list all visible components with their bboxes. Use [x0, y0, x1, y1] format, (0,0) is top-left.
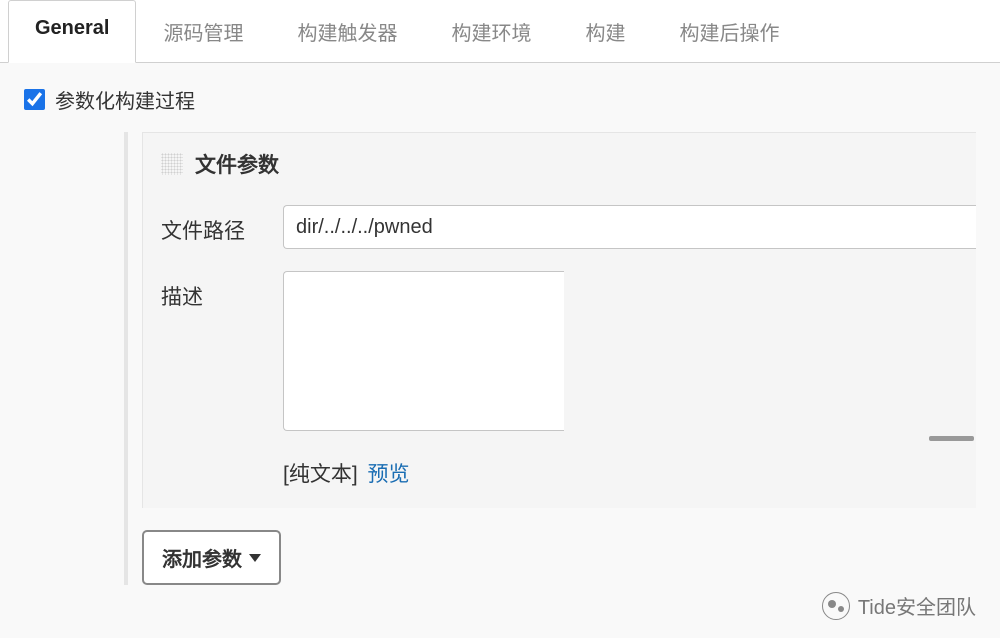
watermark: Tide安全团队: [822, 591, 976, 620]
tab-general[interactable]: General: [8, 0, 136, 63]
preview-link[interactable]: 预览: [368, 463, 410, 486]
param-container: 文件参数 文件路径 描述 [纯文本] 预览 添加参数: [124, 132, 976, 585]
description-row: 描述: [161, 271, 976, 436]
config-tabs: General 源码管理 构建触发器 构建环境 构建 构建后操作: [0, 0, 1000, 63]
file-path-row: 文件路径: [161, 205, 976, 249]
resize-handle-icon[interactable]: [929, 436, 974, 441]
param-header: 文件参数: [161, 149, 976, 179]
format-row: [纯文本] 预览: [283, 458, 976, 488]
description-textarea[interactable]: [283, 271, 564, 431]
file-path-input[interactable]: [283, 205, 976, 249]
wechat-icon: [822, 592, 850, 620]
add-param-button[interactable]: 添加参数: [142, 530, 281, 585]
tab-scm[interactable]: 源码管理: [136, 0, 270, 62]
drag-handle-icon[interactable]: [161, 153, 183, 175]
tab-build[interactable]: 构建: [558, 0, 652, 62]
content-area: 参数化构建过程 文件参数 文件路径 描述 [纯文本] 预览: [0, 63, 1000, 585]
file-path-label: 文件路径: [161, 205, 283, 245]
parameterized-build-label: 参数化构建过程: [55, 85, 195, 114]
watermark-text: Tide安全团队: [858, 591, 976, 620]
description-wrapper: [283, 271, 976, 436]
tab-postbuild[interactable]: 构建后操作: [652, 0, 806, 62]
parameterized-build-row: 参数化构建过程: [24, 85, 976, 114]
add-param-label: 添加参数: [162, 543, 242, 572]
file-param-box: 文件参数 文件路径 描述 [纯文本] 预览: [142, 132, 976, 508]
description-label: 描述: [161, 271, 283, 311]
parameterized-build-checkbox[interactable]: [24, 89, 45, 110]
plain-text-label: [纯文本]: [283, 463, 358, 486]
tab-environment[interactable]: 构建环境: [424, 0, 558, 62]
chevron-down-icon: [249, 554, 261, 562]
param-title: 文件参数: [195, 149, 279, 179]
tab-triggers[interactable]: 构建触发器: [270, 0, 424, 62]
